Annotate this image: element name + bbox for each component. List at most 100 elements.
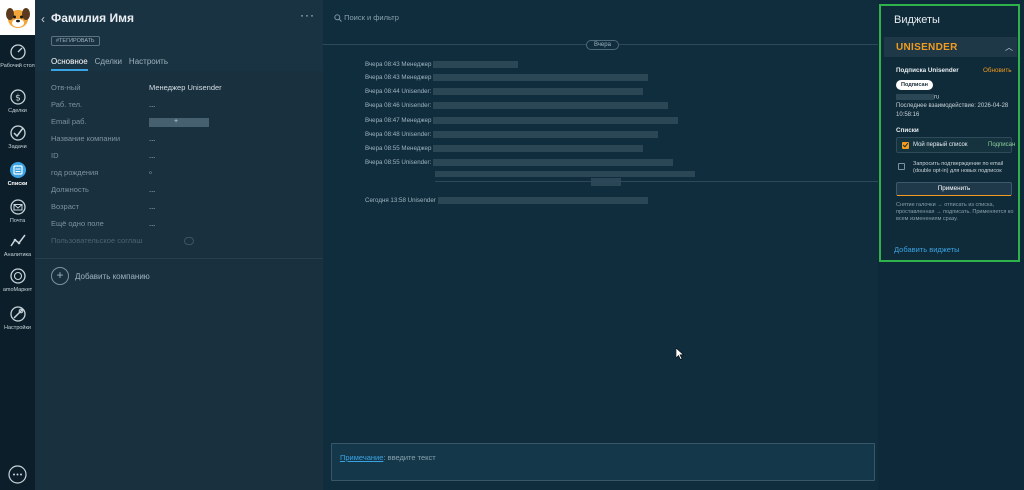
plus-circle-icon: + bbox=[51, 267, 69, 285]
redacted-content bbox=[437, 197, 648, 204]
chat-icon[interactable] bbox=[8, 465, 27, 484]
refresh-link[interactable]: Обновить bbox=[983, 67, 1012, 74]
feed-event[interactable]: Вчера 08:43 Менеджер bbox=[365, 74, 649, 84]
field-value[interactable]: ... bbox=[149, 134, 155, 143]
calendar-icon[interactable]: ▫ bbox=[149, 168, 152, 177]
field-value[interactable]: ... bbox=[149, 100, 155, 109]
back-chevron-icon[interactable]: ‹ bbox=[41, 12, 45, 26]
nav-item-settings[interactable]: Настройки bbox=[0, 305, 35, 331]
field-position[interactable]: Должность ... bbox=[51, 185, 316, 199]
apply-button[interactable]: Применить bbox=[896, 182, 1012, 196]
event-text: Вчера 08:55 Unisender: bbox=[365, 159, 432, 167]
activity-feed: Поиск и фильтр Вчера Вчера 08:43 Менедже… bbox=[323, 0, 878, 490]
field-work-phone[interactable]: Раб. тел. ... bbox=[51, 100, 316, 114]
field-value[interactable]: Менеджер Unisender bbox=[149, 83, 222, 92]
date-separator: Вчера bbox=[586, 40, 619, 50]
field-value[interactable]: ... bbox=[149, 202, 155, 211]
field-age[interactable]: Возраст ... bbox=[51, 202, 316, 216]
redacted-content bbox=[433, 61, 519, 68]
field-label: Раб. тел. bbox=[51, 100, 83, 109]
note-input[interactable]: Примечание: введите текст bbox=[331, 443, 875, 481]
field-value[interactable]: ... bbox=[149, 185, 155, 194]
feed-event[interactable]: Вчера 08:43 Менеджер bbox=[365, 61, 519, 71]
email-suffix: ru bbox=[934, 94, 940, 101]
nav-item-mail[interactable]: Почта bbox=[0, 198, 35, 224]
divider bbox=[435, 181, 878, 182]
search-placeholder: Поиск и фильтр bbox=[344, 13, 399, 22]
tab-main[interactable]: Основное bbox=[51, 57, 88, 71]
field-label: ID bbox=[51, 151, 59, 160]
nav-label: Настройки bbox=[4, 325, 31, 331]
nav-item-lists[interactable]: Списки bbox=[0, 161, 35, 187]
list-checkbox[interactable] bbox=[902, 142, 909, 149]
add-company-label: Добавить компанию bbox=[75, 271, 150, 281]
nav-item-analytics[interactable]: Аналитика bbox=[0, 232, 35, 258]
field-value[interactable]: ... bbox=[149, 219, 155, 228]
field-value-redacted[interactable] bbox=[149, 117, 209, 127]
contact-tabs: Основное Сделки Настроить bbox=[51, 57, 168, 71]
list-name: Мой первый список bbox=[913, 142, 968, 148]
tasks-icon bbox=[9, 125, 26, 141]
field-company-name[interactable]: Название компании ... bbox=[51, 134, 316, 148]
redacted-email bbox=[149, 117, 209, 127]
list-item[interactable]: Мой первый список Подписан bbox=[896, 137, 1015, 153]
agreement-toggle[interactable] bbox=[184, 237, 194, 245]
contact-panel: ‹ Фамилия Имя ··· #ТЕГИРОВАТЬ Основное С… bbox=[35, 0, 323, 490]
lists-icon bbox=[9, 162, 26, 178]
field-label: Email раб. bbox=[51, 117, 87, 126]
add-company-button[interactable]: + Добавить компанию bbox=[51, 267, 150, 285]
double-optin-label: Запросить подтверждение по email (double… bbox=[913, 161, 1004, 174]
more-options-icon[interactable]: ··· bbox=[300, 8, 315, 22]
redacted-content bbox=[433, 117, 679, 124]
feed-event[interactable]: Вчера 08:47 Менеджер bbox=[365, 117, 679, 127]
nav-label: amoМаркет bbox=[2, 287, 33, 293]
feed-event[interactable]: Вчера 08:55 Менеджер bbox=[365, 145, 644, 155]
feed-event-today[interactable]: Сегодня 13:58 Unisender bbox=[365, 197, 648, 207]
feed-event[interactable]: Вчера 08:55 Unisender: bbox=[365, 159, 674, 169]
add-widgets-link[interactable]: Добавить виджеты bbox=[894, 245, 960, 254]
field-value[interactable]: ... bbox=[149, 151, 155, 160]
nav-item-market[interactable]: amoМаркет bbox=[0, 267, 35, 293]
svg-text:$: $ bbox=[15, 94, 21, 104]
nav-item-tasks[interactable]: Задачи bbox=[0, 124, 35, 150]
field-id[interactable]: ID ... bbox=[51, 151, 316, 165]
note-placeholder: : введите текст bbox=[383, 453, 436, 462]
feed-event[interactable]: Вчера 08:46 Unisender: bbox=[365, 102, 669, 112]
redacted-content bbox=[433, 159, 674, 166]
field-birth-year[interactable]: год рождения ▫ bbox=[51, 168, 316, 182]
redacted-content bbox=[433, 145, 644, 152]
event-text: Вчера 08:43 Менеджер bbox=[365, 61, 432, 69]
chevron-up-icon[interactable]: ︿ bbox=[1005, 42, 1013, 53]
tag-button[interactable]: #ТЕГИРОВАТЬ bbox=[51, 36, 100, 46]
feed-event[interactable]: Вчера 08:48 Unisender: bbox=[365, 131, 659, 141]
deals-icon: $ bbox=[9, 89, 26, 105]
contact-name[interactable]: Фамилия Имя bbox=[51, 11, 134, 25]
redacted-content bbox=[433, 74, 649, 81]
nav-item-dashboard[interactable]: Рабочий стол bbox=[0, 43, 35, 69]
redacted-email bbox=[896, 94, 934, 100]
redacted-content bbox=[433, 102, 669, 109]
unisender-widget-header[interactable]: UNISENDER ︿ bbox=[884, 37, 1017, 57]
field-work-email[interactable]: Email раб. bbox=[51, 117, 316, 131]
nav-label: Аналитика bbox=[3, 252, 32, 258]
widgets-panel: Виджеты UNISENDER ︿ Подписка Unisender О… bbox=[879, 4, 1020, 262]
field-label: Ещё одно поле bbox=[51, 219, 104, 228]
field-responsible[interactable]: Отв-ный Менеджер Unisender bbox=[51, 83, 316, 97]
double-optin-option[interactable]: Запросить подтверждение по email (double… bbox=[896, 161, 1016, 181]
app-logo[interactable] bbox=[0, 0, 35, 35]
double-optin-checkbox[interactable] bbox=[898, 163, 905, 170]
feed-event[interactable]: Вчера 08:44 Unisender: bbox=[365, 88, 644, 98]
add-email-icon[interactable]: + bbox=[174, 118, 178, 125]
mail-icon bbox=[9, 199, 26, 215]
contact-header: ‹ Фамилия Имя ··· #ТЕГИРОВАТЬ Основное С… bbox=[35, 0, 323, 71]
redacted-content bbox=[591, 178, 621, 186]
mouse-cursor-icon bbox=[676, 348, 684, 360]
tab-customize[interactable]: Настроить bbox=[129, 57, 168, 71]
nav-item-deals[interactable]: $ Сделки bbox=[0, 88, 35, 114]
nav-label: Рабочий стол bbox=[0, 63, 35, 69]
note-type-link[interactable]: Примечание bbox=[340, 453, 383, 462]
market-icon bbox=[9, 268, 26, 284]
tab-deals[interactable]: Сделки bbox=[95, 57, 122, 71]
field-another[interactable]: Ещё одно поле ... bbox=[51, 219, 316, 233]
search-input[interactable]: Поиск и фильтр bbox=[334, 13, 534, 25]
